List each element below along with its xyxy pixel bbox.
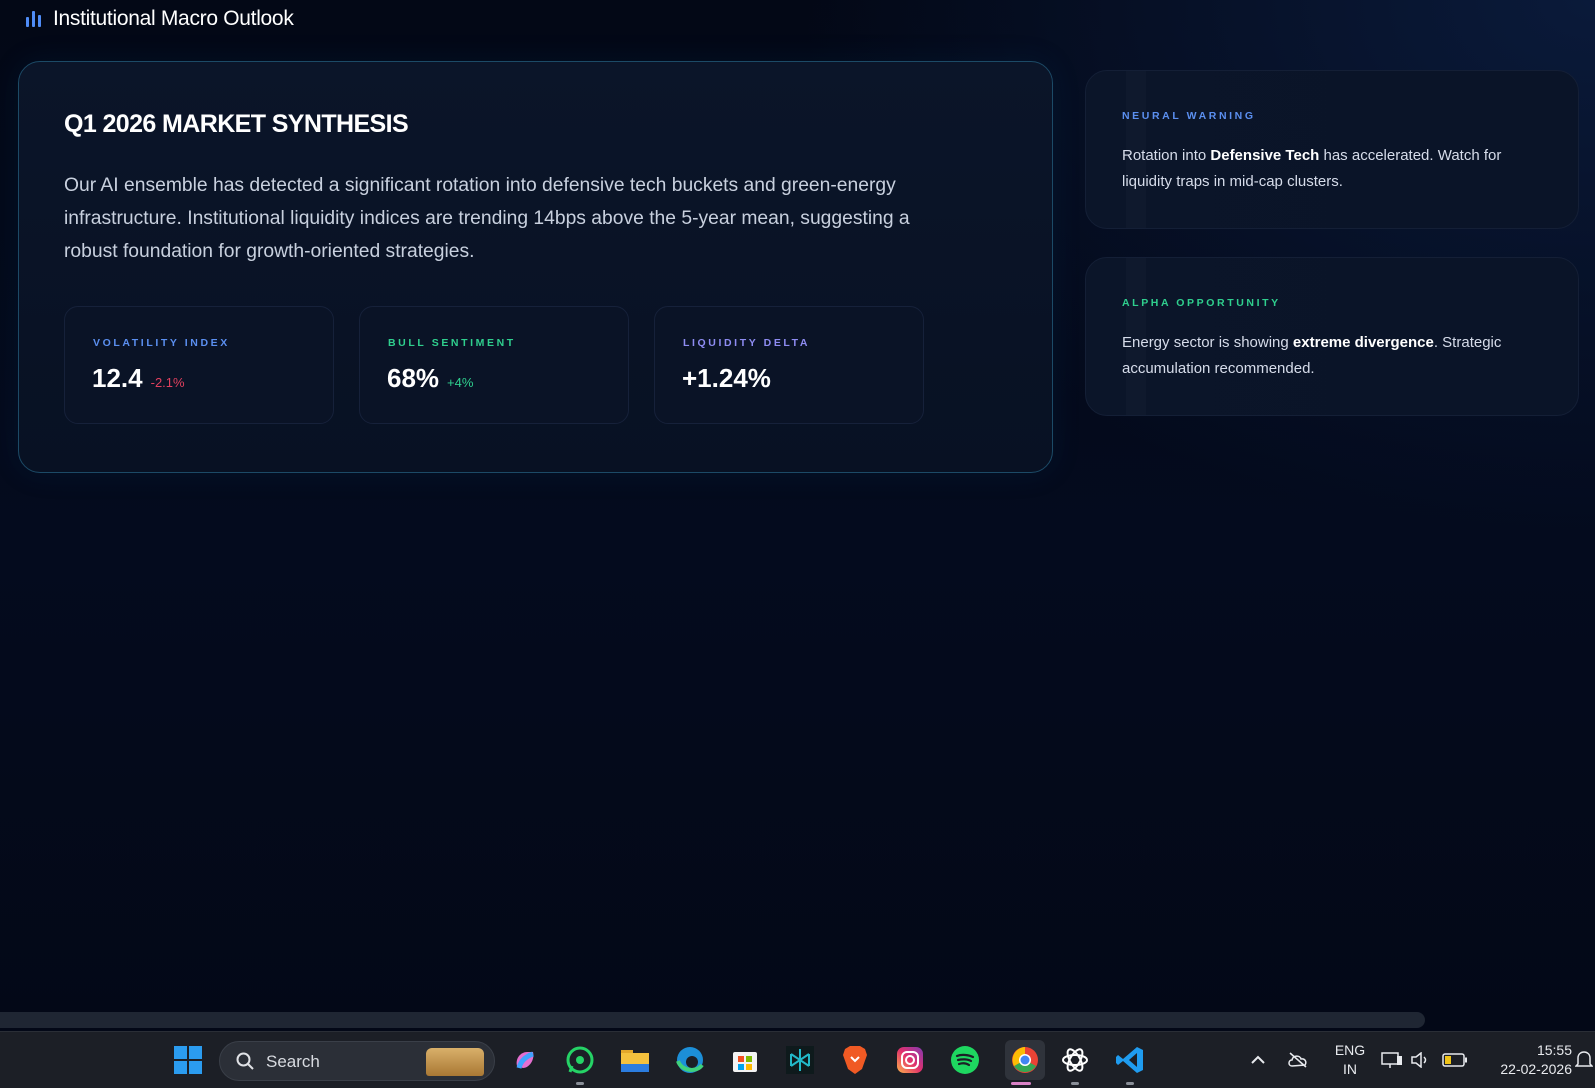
battery-icon[interactable] xyxy=(1440,1045,1470,1075)
active-indicator xyxy=(1011,1082,1031,1085)
bar-chart-icon xyxy=(26,11,41,27)
vscode-icon[interactable] xyxy=(1115,1045,1145,1075)
network-icon[interactable] xyxy=(1377,1045,1407,1075)
metric-card-bull-sentiment: BULL SENTIMENT 68% +4% xyxy=(359,306,629,424)
instagram-icon[interactable] xyxy=(895,1045,925,1075)
app-header: Institutional Macro Outlook xyxy=(26,6,294,32)
spotify-icon[interactable] xyxy=(950,1045,980,1075)
alpha-opportunity-card: ALPHA OPPORTUNITY Energy sector is showi… xyxy=(1085,257,1579,416)
alert-text: Rotation into Defensive Tech has acceler… xyxy=(1122,147,1502,190)
brave-icon[interactable] xyxy=(840,1045,870,1075)
alert-emphasis: extreme divergence xyxy=(1292,334,1434,351)
clock[interactable]: 15:55 22-02-2026 xyxy=(1480,1041,1572,1079)
taskbar-search[interactable]: Search xyxy=(219,1041,495,1081)
synthesis-body: Our AI ensemble has detected a significa… xyxy=(64,175,910,262)
market-synthesis-card: Q1 2026 MARKET SYNTHESIS Our AI ensemble… xyxy=(18,61,1053,473)
running-indicator xyxy=(1071,1082,1079,1085)
start-button[interactable] xyxy=(173,1045,203,1075)
running-indicator xyxy=(1126,1082,1134,1085)
cloud-offline-icon[interactable] xyxy=(1283,1045,1313,1075)
chatgpt-icon[interactable] xyxy=(1060,1045,1090,1075)
metric-delta: +4% xyxy=(447,375,474,390)
store-icon[interactable] xyxy=(730,1045,760,1075)
language-indicator[interactable]: ENG IN xyxy=(1330,1041,1370,1079)
alert-label: NEURAL WARNING xyxy=(1122,110,1256,122)
page-title: Institutional Macro Outlook xyxy=(53,7,294,30)
metric-card-volatility: VOLATILITY INDEX 12.4 -2.1% xyxy=(64,306,334,424)
notification-bell-icon[interactable] xyxy=(1574,1045,1594,1075)
search-icon xyxy=(236,1052,254,1070)
windows-icon xyxy=(174,1046,202,1074)
metric-value: +1.24% xyxy=(682,363,771,393)
search-highlight-image xyxy=(426,1048,484,1076)
alert-label: ALPHA OPPORTUNITY xyxy=(1122,297,1281,309)
volume-icon[interactable] xyxy=(1405,1045,1435,1075)
horizontal-scrollbar[interactable] xyxy=(0,1012,1425,1028)
copilot-icon[interactable] xyxy=(510,1045,540,1075)
edge-icon[interactable] xyxy=(675,1045,705,1075)
synthesis-heading: Q1 2026 MARKET SYNTHESIS xyxy=(64,110,409,138)
chrome-icon[interactable] xyxy=(1005,1040,1045,1080)
metric-delta: -2.1% xyxy=(150,375,185,390)
neural-warning-card: NEURAL WARNING Rotation into Defensive T… xyxy=(1085,70,1579,229)
search-placeholder: Search xyxy=(266,1052,320,1071)
whatsapp-icon[interactable] xyxy=(565,1045,595,1075)
metric-label: BULL SENTIMENT xyxy=(388,337,516,349)
alert-emphasis: Defensive Tech xyxy=(1210,147,1320,164)
alert-text: Energy sector is showing extreme diverge… xyxy=(1122,334,1502,377)
chevron-up-icon[interactable] xyxy=(1243,1045,1273,1075)
taskbar: Search ENG IN 15:55 22-02-2026 xyxy=(0,1031,1595,1088)
running-indicator xyxy=(576,1082,584,1085)
file-explorer-icon[interactable] xyxy=(620,1045,650,1075)
metric-card-liquidity-delta: LIQUIDITY DELTA +1.24% xyxy=(654,306,924,424)
metric-label: LIQUIDITY DELTA xyxy=(683,337,811,349)
metric-value: 12.4 xyxy=(92,363,143,393)
metric-label: VOLATILITY INDEX xyxy=(93,337,230,349)
metric-value: 68% xyxy=(387,363,440,393)
perplexity-icon[interactable] xyxy=(785,1045,815,1075)
